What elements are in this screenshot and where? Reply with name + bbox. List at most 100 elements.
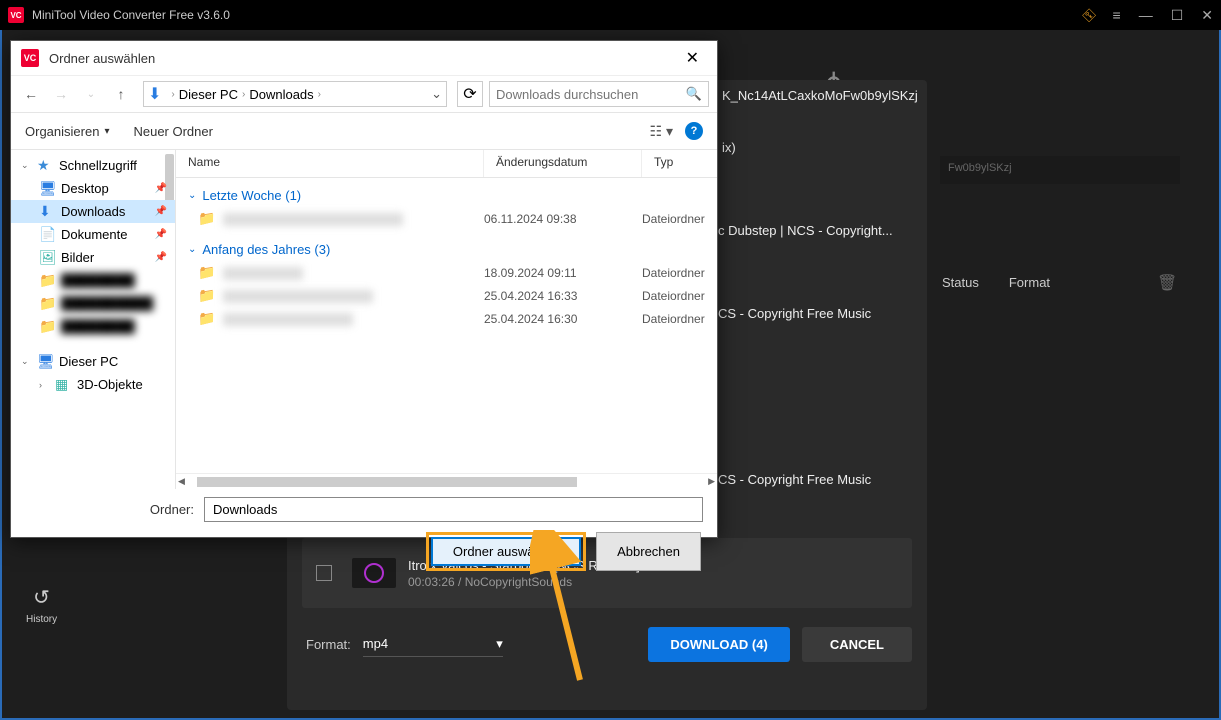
- tree-3d-objects[interactable]: › ▦ 3D-Objekte: [11, 373, 175, 396]
- col-name[interactable]: Name: [176, 150, 484, 177]
- folder-icon: 📁: [39, 272, 55, 289]
- breadcrumb-dropdown-icon[interactable]: ⌄: [431, 86, 442, 102]
- nav-up-button[interactable]: ↑: [109, 82, 133, 106]
- app-logo-icon: VC: [8, 7, 24, 23]
- help-button[interactable]: ?: [685, 122, 703, 140]
- breadcrumb-folder[interactable]: Downloads: [249, 87, 313, 102]
- highlight-annotation: Ordner auswählen: [426, 532, 586, 571]
- format-label: Format:: [306, 637, 351, 652]
- file-date: 25.04.2024 16:30: [484, 312, 642, 326]
- dialog-titlebar: VC Ordner auswählen ✕: [11, 41, 717, 75]
- group-last-week[interactable]: ⌄Letzte Woche (1): [176, 184, 717, 207]
- download-button[interactable]: DOWNLOAD (4): [648, 627, 790, 662]
- chevron-down-icon: ⌄: [188, 244, 196, 255]
- cancel-dialog-button[interactable]: Abbrechen: [596, 532, 701, 571]
- nav-back-button[interactable]: ←: [19, 82, 43, 106]
- bg-row2: CS - Copyright Free Music: [718, 306, 871, 321]
- pin-icon: 📌: [155, 229, 167, 240]
- trash-icon[interactable]: 🗑: [1157, 273, 1177, 293]
- file-row[interactable]: 📁 06.11.2024 09:38 Dateiordner: [176, 207, 717, 230]
- documents-icon: 📄: [39, 226, 55, 243]
- breadcrumb[interactable]: ⬇ › Dieser PC › Downloads › ⌄: [143, 81, 447, 107]
- maximize-button[interactable]: ☐: [1171, 7, 1184, 24]
- file-list-header: Name Änderungsdatum Typ: [176, 150, 717, 178]
- app-title: MiniTool Video Converter Free v3.6.0: [32, 8, 1084, 22]
- format-select[interactable]: mp4 ▾: [363, 632, 503, 657]
- dialog-nav: ← → ⌄ ↑ ⬇ › Dieser PC › Downloads › ⌄ ⟳ …: [11, 75, 717, 113]
- tree-hidden-folder[interactable]: 📁████████: [11, 269, 175, 292]
- col-type[interactable]: Typ: [642, 150, 717, 177]
- expand-icon[interactable]: ›: [39, 380, 49, 390]
- history-icon: ↺: [26, 585, 57, 610]
- tree-quick-access[interactable]: ⌄ ★ Schnellzugriff: [11, 154, 175, 177]
- file-list: Name Änderungsdatum Typ ⌄Letzte Woche (1…: [176, 150, 717, 489]
- minimize-button[interactable]: —: [1139, 7, 1153, 23]
- search-input[interactable]: [496, 87, 686, 102]
- pictures-icon: 🖼: [39, 249, 55, 266]
- folder-icon: 📁: [198, 310, 215, 327]
- folder-dialog: VC Ordner auswählen ✕ ← → ⌄ ↑ ⬇ › Dieser…: [10, 40, 718, 538]
- url-fragment: K_Nc14AtLCaxkoMoFw0b9ylSKzj: [722, 88, 918, 103]
- file-list-body[interactable]: ⌄Letzte Woche (1) 📁 06.11.2024 09:38 Dat…: [176, 178, 717, 473]
- dialog-close-button[interactable]: ✕: [678, 44, 707, 72]
- select-folder-button[interactable]: Ordner auswählen: [431, 537, 581, 566]
- scroll-right-icon[interactable]: ▶: [708, 476, 715, 487]
- refresh-button[interactable]: ⟳: [457, 81, 483, 107]
- tree-pictures[interactable]: 🖼 Bilder 📌: [11, 246, 175, 269]
- tree-documents[interactable]: 📄 Dokumente 📌: [11, 223, 175, 246]
- chevron-right-icon: ›: [171, 89, 174, 100]
- tree-this-pc[interactable]: ⌄ 🖥 Dieser PC: [11, 350, 175, 373]
- file-date: 25.04.2024 16:33: [484, 289, 642, 303]
- folder-label: Ordner:: [149, 502, 194, 517]
- horizontal-scrollbar[interactable]: ◀ ▶: [176, 473, 717, 489]
- organize-button[interactable]: Organisieren ▾: [25, 124, 109, 139]
- dialog-footer: Ordner: Ordner auswählen Abbrechen: [11, 489, 717, 579]
- tree-hidden-folder[interactable]: 📁██████████: [11, 292, 175, 315]
- dialog-toolbar: Organisieren ▾ Neuer Ordner ☷ ▾ ?: [11, 113, 717, 149]
- downloads-icon: ⬇: [39, 203, 55, 220]
- breadcrumb-pc[interactable]: Dieser PC: [179, 87, 238, 102]
- new-folder-button[interactable]: Neuer Ordner: [133, 124, 212, 139]
- file-type: Dateiordner: [642, 289, 717, 303]
- dialog-title: Ordner auswählen: [49, 51, 678, 66]
- bottom-bar: Format: mp4 ▾ DOWNLOAD (4) CANCEL: [302, 625, 912, 663]
- file-row[interactable]: 📁 18.09.2024 09:11 Dateiordner: [176, 261, 717, 284]
- group-start-year[interactable]: ⌄Anfang des Jahres (3): [176, 238, 717, 261]
- search-box[interactable]: 🔍: [489, 81, 709, 107]
- mix-text: ix): [722, 140, 736, 155]
- chevron-down-icon: ▾: [104, 126, 109, 137]
- folder-input[interactable]: [204, 497, 703, 522]
- menu-icon[interactable]: ≡: [1113, 7, 1121, 23]
- desktop-icon: 🖥: [39, 180, 55, 197]
- format-value: mp4: [363, 636, 388, 651]
- folder-icon: 📁: [198, 264, 215, 281]
- tree-desktop[interactable]: 🖥 Desktop 📌: [11, 177, 175, 200]
- col-modified[interactable]: Änderungsdatum: [484, 150, 642, 177]
- tree-downloads[interactable]: ⬇ Downloads 📌: [11, 200, 175, 223]
- collapse-icon[interactable]: ⌄: [21, 356, 31, 367]
- 3d-icon: ▦: [55, 376, 71, 393]
- dialog-content: ⌄ ★ Schnellzugriff 🖥 Desktop 📌 ⬇ Downloa…: [11, 149, 717, 489]
- history-button[interactable]: ↺ History: [26, 585, 57, 625]
- folder-icon: 📁: [198, 287, 215, 304]
- close-app-button[interactable]: ✕: [1201, 7, 1213, 24]
- pc-icon: 🖥: [37, 353, 53, 370]
- scrollbar-thumb[interactable]: [197, 477, 577, 487]
- view-mode-button[interactable]: ☷ ▾: [650, 123, 673, 140]
- file-row[interactable]: 📁 25.04.2024 16:33 Dateiordner: [176, 284, 717, 307]
- file-type: Dateiordner: [642, 312, 717, 326]
- file-row[interactable]: 📁 25.04.2024 16:30 Dateiordner: [176, 307, 717, 330]
- app-titlebar: VC MiniTool Video Converter Free v3.6.0 …: [0, 0, 1221, 30]
- cancel-download-button[interactable]: CANCEL: [802, 627, 912, 662]
- pin-icon: 📌: [155, 206, 167, 217]
- folder-icon: 📁: [198, 210, 215, 227]
- folder-tree[interactable]: ⌄ ★ Schnellzugriff 🖥 Desktop 📌 ⬇ Downloa…: [11, 150, 176, 489]
- url-input-fragment: Fw0b9ylSKzj: [940, 156, 1180, 184]
- pin-icon: 📌: [155, 183, 167, 194]
- nav-recent-dropdown[interactable]: ⌄: [79, 82, 103, 106]
- pin-icon: 📌: [155, 252, 167, 263]
- tree-hidden-folder[interactable]: 📁████████: [11, 315, 175, 338]
- scroll-left-icon[interactable]: ◀: [178, 476, 185, 487]
- collapse-icon[interactable]: ⌄: [21, 160, 31, 171]
- nav-forward-button[interactable]: →: [49, 82, 73, 106]
